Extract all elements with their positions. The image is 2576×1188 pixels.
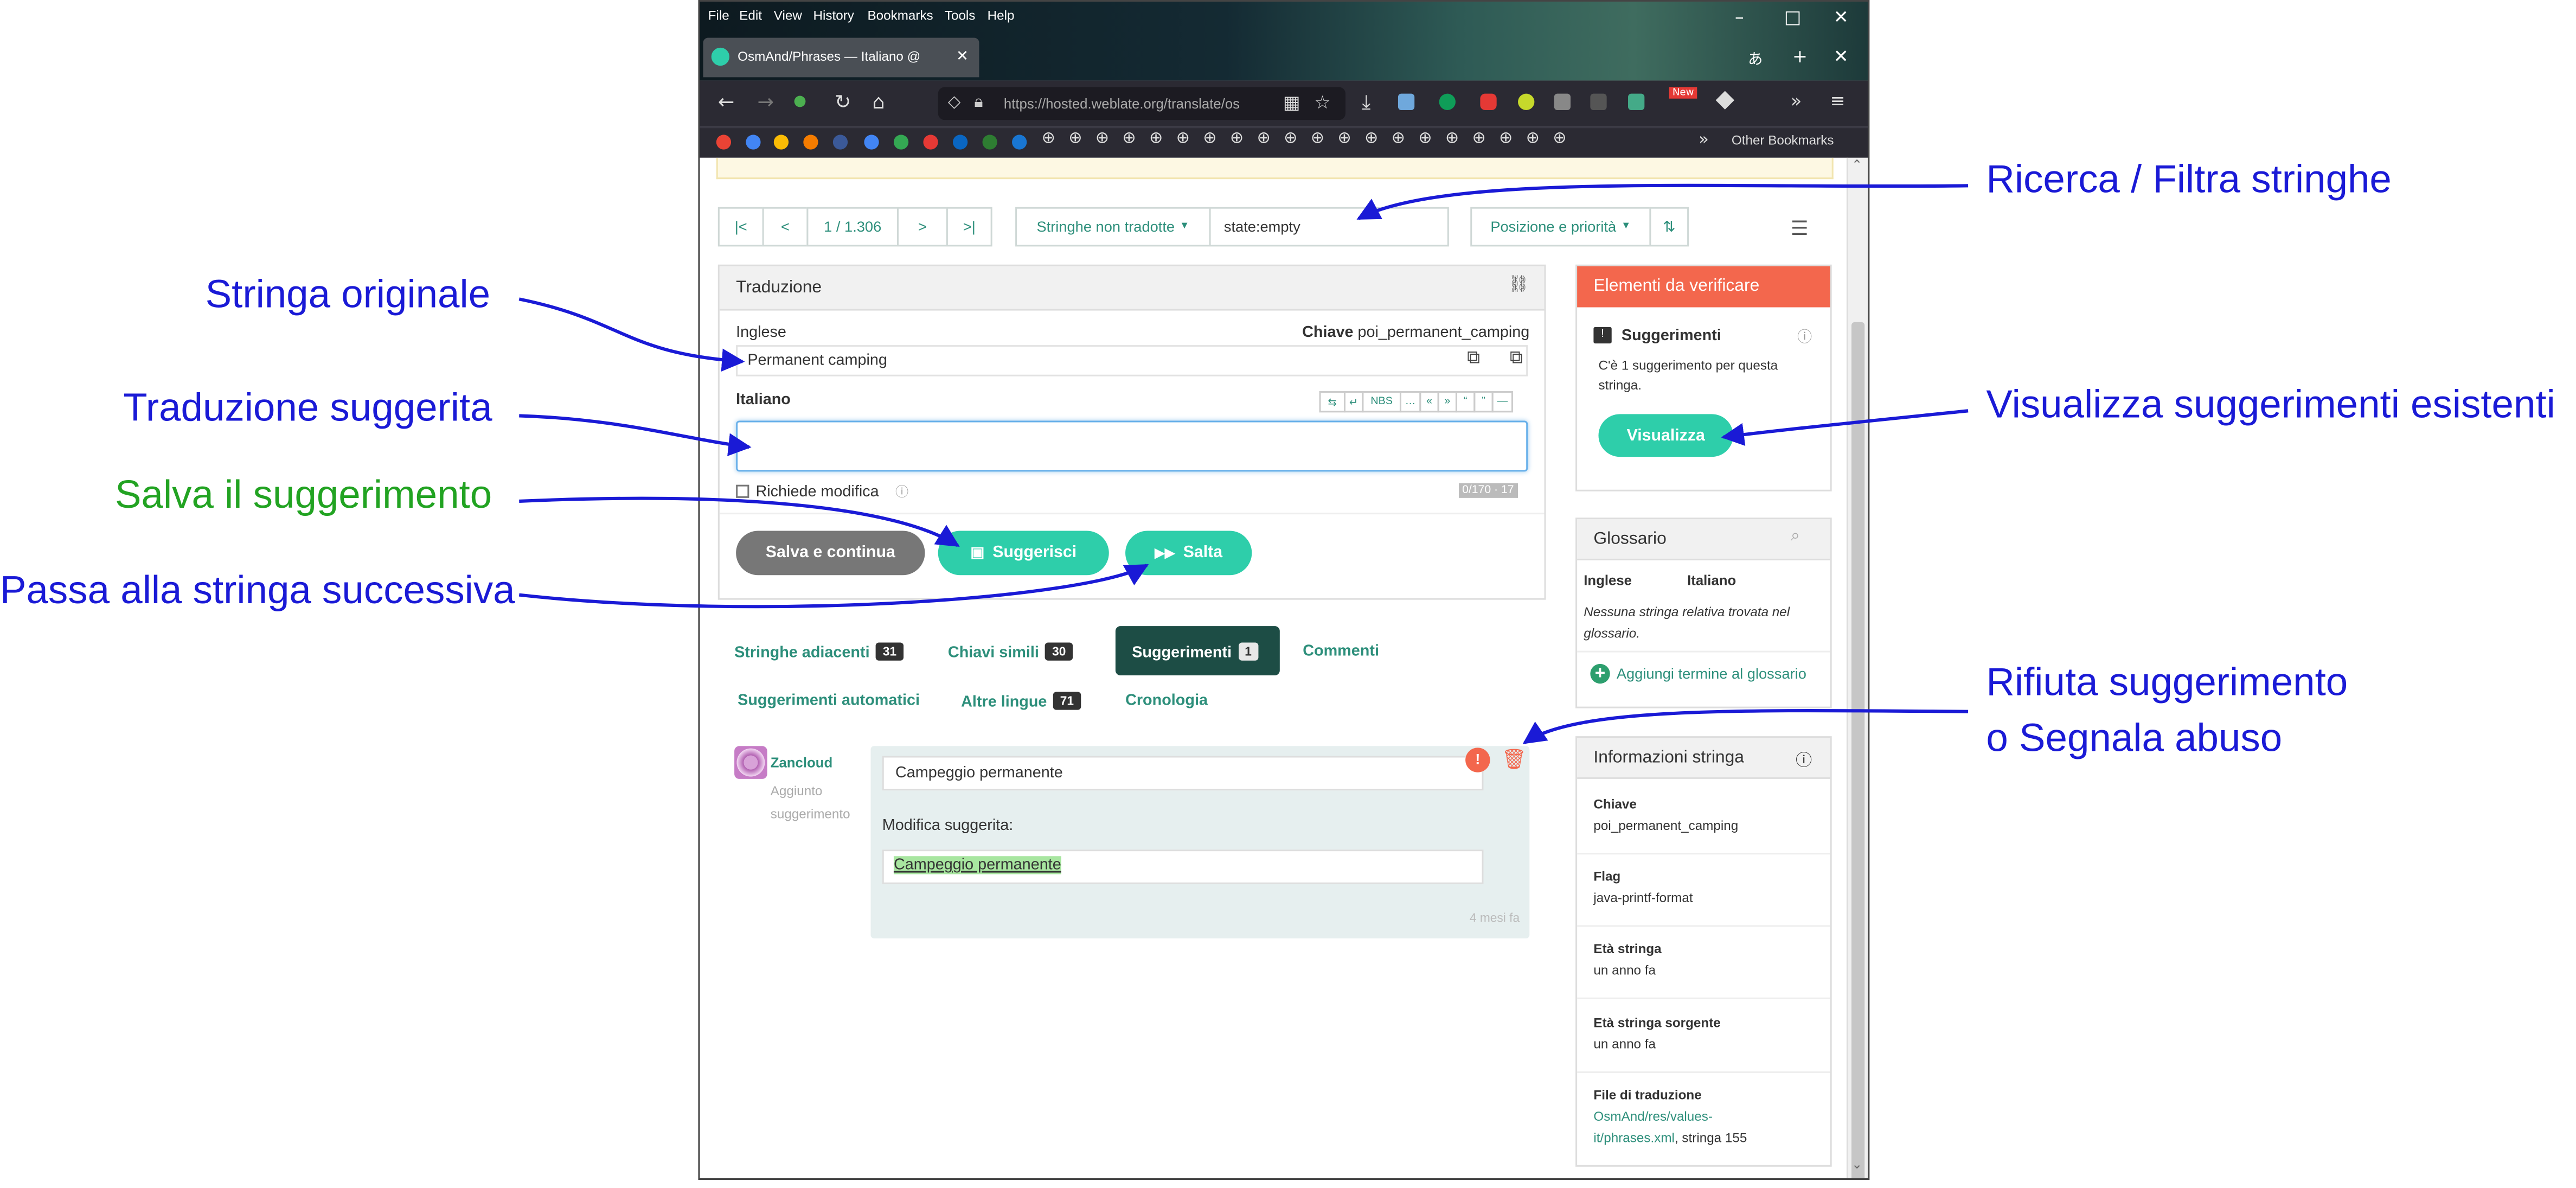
arrow-next bbox=[518, 564, 1149, 609]
arrow-suggested bbox=[519, 414, 752, 456]
annotation-arrows bbox=[518, 183, 1969, 744]
arrow-original bbox=[518, 297, 745, 372]
arrow-reject bbox=[1522, 708, 1969, 744]
arrow-search bbox=[1356, 183, 1969, 220]
arrow-save bbox=[519, 496, 960, 547]
arrow-view bbox=[1721, 409, 1969, 446]
screenshot-stage: File Edit View History Bookmarks Tools H… bbox=[0, 0, 2576, 1188]
